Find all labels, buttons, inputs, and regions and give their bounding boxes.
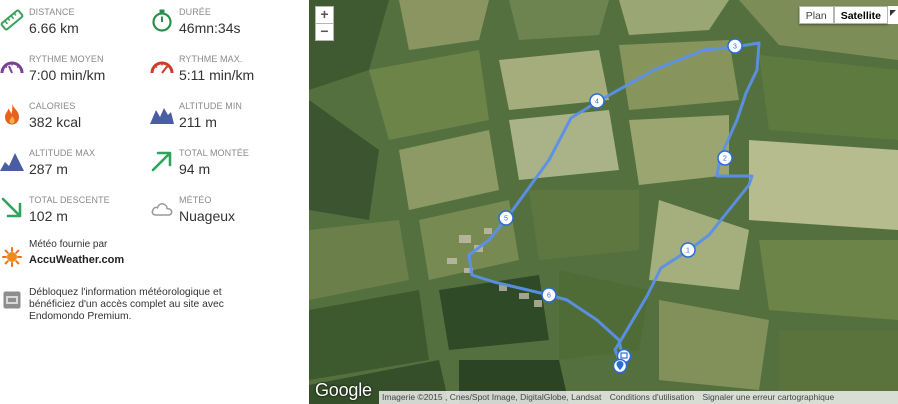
waypoint-marker-3[interactable]: 3: [727, 38, 743, 54]
stat-label: TOTAL DESCENTE: [29, 195, 110, 205]
stat-calories: CALORIES 382 kcal: [0, 98, 150, 142]
stat-total-descente: TOTAL DESCENTE 102 m: [0, 192, 150, 236]
stat-altitude-max: ALTITUDE MAX 287 m: [0, 145, 150, 189]
waypoint-marker-2[interactable]: 2: [717, 150, 733, 166]
weather-provider-caption: Météo fournie par: [29, 239, 108, 250]
fullscreen-corner-icon[interactable]: [888, 6, 898, 24]
stat-value: 7:00 min/km: [29, 67, 106, 83]
stat-label: DISTANCE: [29, 7, 75, 17]
premium-icon: [3, 291, 21, 309]
stat-distance: DISTANCE 6.66 km: [0, 4, 150, 48]
waypoint-label: 6: [547, 293, 551, 300]
stat-altitude-min: ALTITUDE MIN 211 m: [150, 98, 300, 142]
mountain-high-icon: [0, 149, 24, 173]
stat-value: 102 m: [29, 208, 68, 224]
stat-value: 94 m: [179, 161, 211, 177]
premium-promo: Débloquez l'information météorologique e…: [0, 286, 300, 328]
waypoint-label: 2: [723, 156, 727, 163]
waypoint-marker-1[interactable]: 1: [680, 242, 696, 258]
route-map[interactable]: 1 2 3 4 5 6 + − Plan Satellite Google Im…: [309, 0, 898, 404]
stat-label: CALORIES: [29, 101, 76, 111]
stat-météo: MÉTÉO Nuageux: [150, 192, 300, 236]
waypoint-marker-4[interactable]: 4: [589, 93, 605, 109]
flame-icon: [0, 102, 24, 126]
cloud-icon: [150, 196, 174, 220]
start-marker-icon[interactable]: [612, 358, 628, 374]
workout-stats-panel: DISTANCE 6.66 km DURÉE 46mn:34s RYTHME MOYEN…: [0, 0, 308, 404]
terms-link[interactable]: Conditions d'utilisation: [607, 392, 697, 402]
stat-total-montée: TOTAL MONTÉE 94 m: [150, 145, 300, 189]
waypoint-label: 1: [686, 248, 690, 255]
weather-provider-name[interactable]: AccuWeather.com: [29, 254, 124, 266]
google-logo[interactable]: Google: [315, 380, 372, 401]
map-attribution-bar: Imagerie ©2015 , Cnes/Spot Image, Digita…: [379, 391, 898, 404]
map-type-plan-button[interactable]: Plan: [798, 6, 834, 24]
gauge-icon: [0, 55, 24, 79]
stat-value: 46mn:34s: [179, 20, 241, 36]
report-error-link[interactable]: Signaler une erreur cartographique: [699, 392, 837, 402]
stat-rythme-max: RYTHME MAX. 5:11 min/km: [150, 51, 300, 95]
sun-icon: [2, 247, 22, 267]
route-path: [467, 41, 761, 368]
waypoint-label: 3: [733, 44, 737, 51]
map-type-satellite-button[interactable]: Satellite: [833, 6, 888, 24]
stat-label: RYTHME MOYEN: [29, 54, 104, 64]
stat-durée: DURÉE 46mn:34s: [150, 4, 300, 48]
route-overlay: 1 2 3 4 5 6: [467, 38, 761, 374]
arrow-down-right-icon: [0, 196, 24, 220]
stat-label: ALTITUDE MAX: [29, 148, 96, 158]
stat-value: 382 kcal: [29, 114, 82, 130]
waypoint-label: 4: [595, 99, 599, 106]
stat-value: 211 m: [179, 114, 217, 130]
stat-label: DURÉE: [179, 7, 212, 17]
stat-value: 6.66 km: [29, 20, 79, 36]
stat-label: TOTAL MONTÉE: [179, 148, 250, 158]
waypoint-marker-6[interactable]: 6: [541, 287, 557, 303]
map-type-switcher: Plan Satellite: [798, 6, 888, 24]
gauge-max-icon: [150, 55, 174, 79]
weather-provider: Météo fournie par AccuWeather.com: [0, 238, 300, 272]
stat-value: 5:11 min/km: [179, 67, 255, 83]
stat-value: 287 m: [29, 161, 68, 177]
mountain-low-icon: [150, 102, 174, 126]
arrow-up-right-icon: [150, 149, 174, 173]
stat-value: Nuageux: [179, 208, 236, 224]
stat-label: ALTITUDE MIN: [179, 101, 243, 111]
zoom-out-button[interactable]: −: [315, 23, 334, 41]
stopwatch-icon: [150, 8, 174, 32]
zoom-in-button[interactable]: +: [315, 6, 334, 24]
waypoint-label: 5: [504, 216, 508, 223]
stat-label: RYTHME MAX.: [179, 54, 243, 64]
premium-text[interactable]: Débloquez l'information météorologique e…: [29, 287, 264, 323]
ruler-icon: [0, 8, 24, 32]
stat-label: MÉTÉO: [179, 195, 212, 205]
waypoint-marker-5[interactable]: 5: [498, 210, 514, 226]
imagery-credit: Imagerie ©2015 , Cnes/Spot Image, Digita…: [382, 392, 602, 402]
stat-rythme-moyen: RYTHME MOYEN 7:00 min/km: [0, 51, 150, 95]
